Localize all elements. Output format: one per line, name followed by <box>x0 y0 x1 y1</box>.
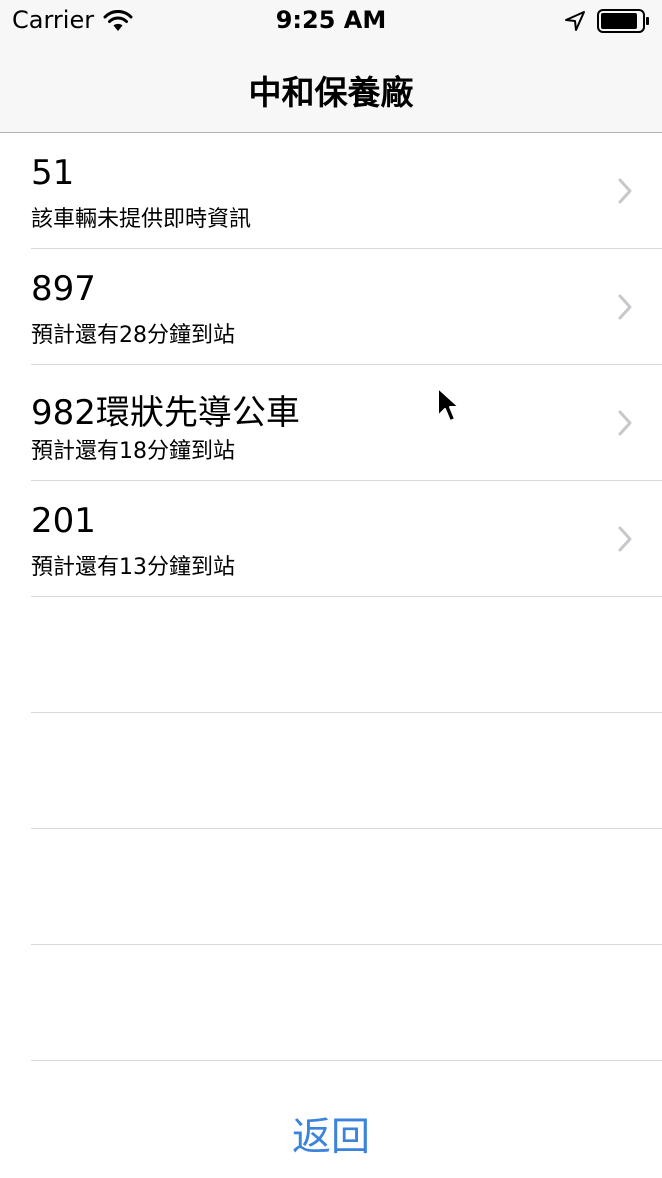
route-status: 預計還有28分鐘到站 <box>31 323 235 348</box>
route-row[interactable]: 897 預計還有28分鐘到站 <box>0 249 662 365</box>
empty-row <box>0 829 662 945</box>
status-time: 9:25 AM <box>275 6 387 34</box>
empty-row <box>0 945 662 1061</box>
empty-row <box>0 597 662 713</box>
navigation-bar: 中和保養廠 <box>0 40 662 133</box>
battery-icon <box>597 9 649 33</box>
route-table: 51 該車輛未提供即時資訊 897 預計還有28分鐘到站 982環狀先導公車 預… <box>0 133 662 1061</box>
route-number: 51 <box>31 153 75 193</box>
route-row[interactable]: 51 該車輛未提供即時資訊 <box>0 133 662 249</box>
route-number: 982環狀先導公車 <box>31 393 300 433</box>
route-number: 201 <box>31 501 96 541</box>
screen: Carrier 9:25 AM 中和保養廠 51 該車輛未提供即時資訊 897 <box>0 0 662 1178</box>
route-row[interactable]: 982環狀先導公車 預計還有18分鐘到站 <box>0 365 662 481</box>
route-status: 預計還有13分鐘到站 <box>31 555 235 580</box>
mouse-cursor-icon <box>437 387 460 422</box>
chevron-right-icon <box>618 294 632 320</box>
route-status: 該車輛未提供即時資訊 <box>31 207 252 232</box>
back-button[interactable]: 返回 <box>0 1106 662 1162</box>
page-title: 中和保養廠 <box>248 73 414 112</box>
status-bar: Carrier 9:25 AM <box>0 0 662 40</box>
chevron-right-icon <box>618 526 632 552</box>
chevron-right-icon <box>618 178 632 204</box>
location-icon <box>565 11 585 31</box>
route-status: 預計還有18分鐘到站 <box>31 439 235 464</box>
route-number: 897 <box>31 269 96 309</box>
route-row[interactable]: 201 預計還有13分鐘到站 <box>0 481 662 597</box>
empty-row <box>0 713 662 829</box>
chevron-right-icon <box>618 410 632 436</box>
